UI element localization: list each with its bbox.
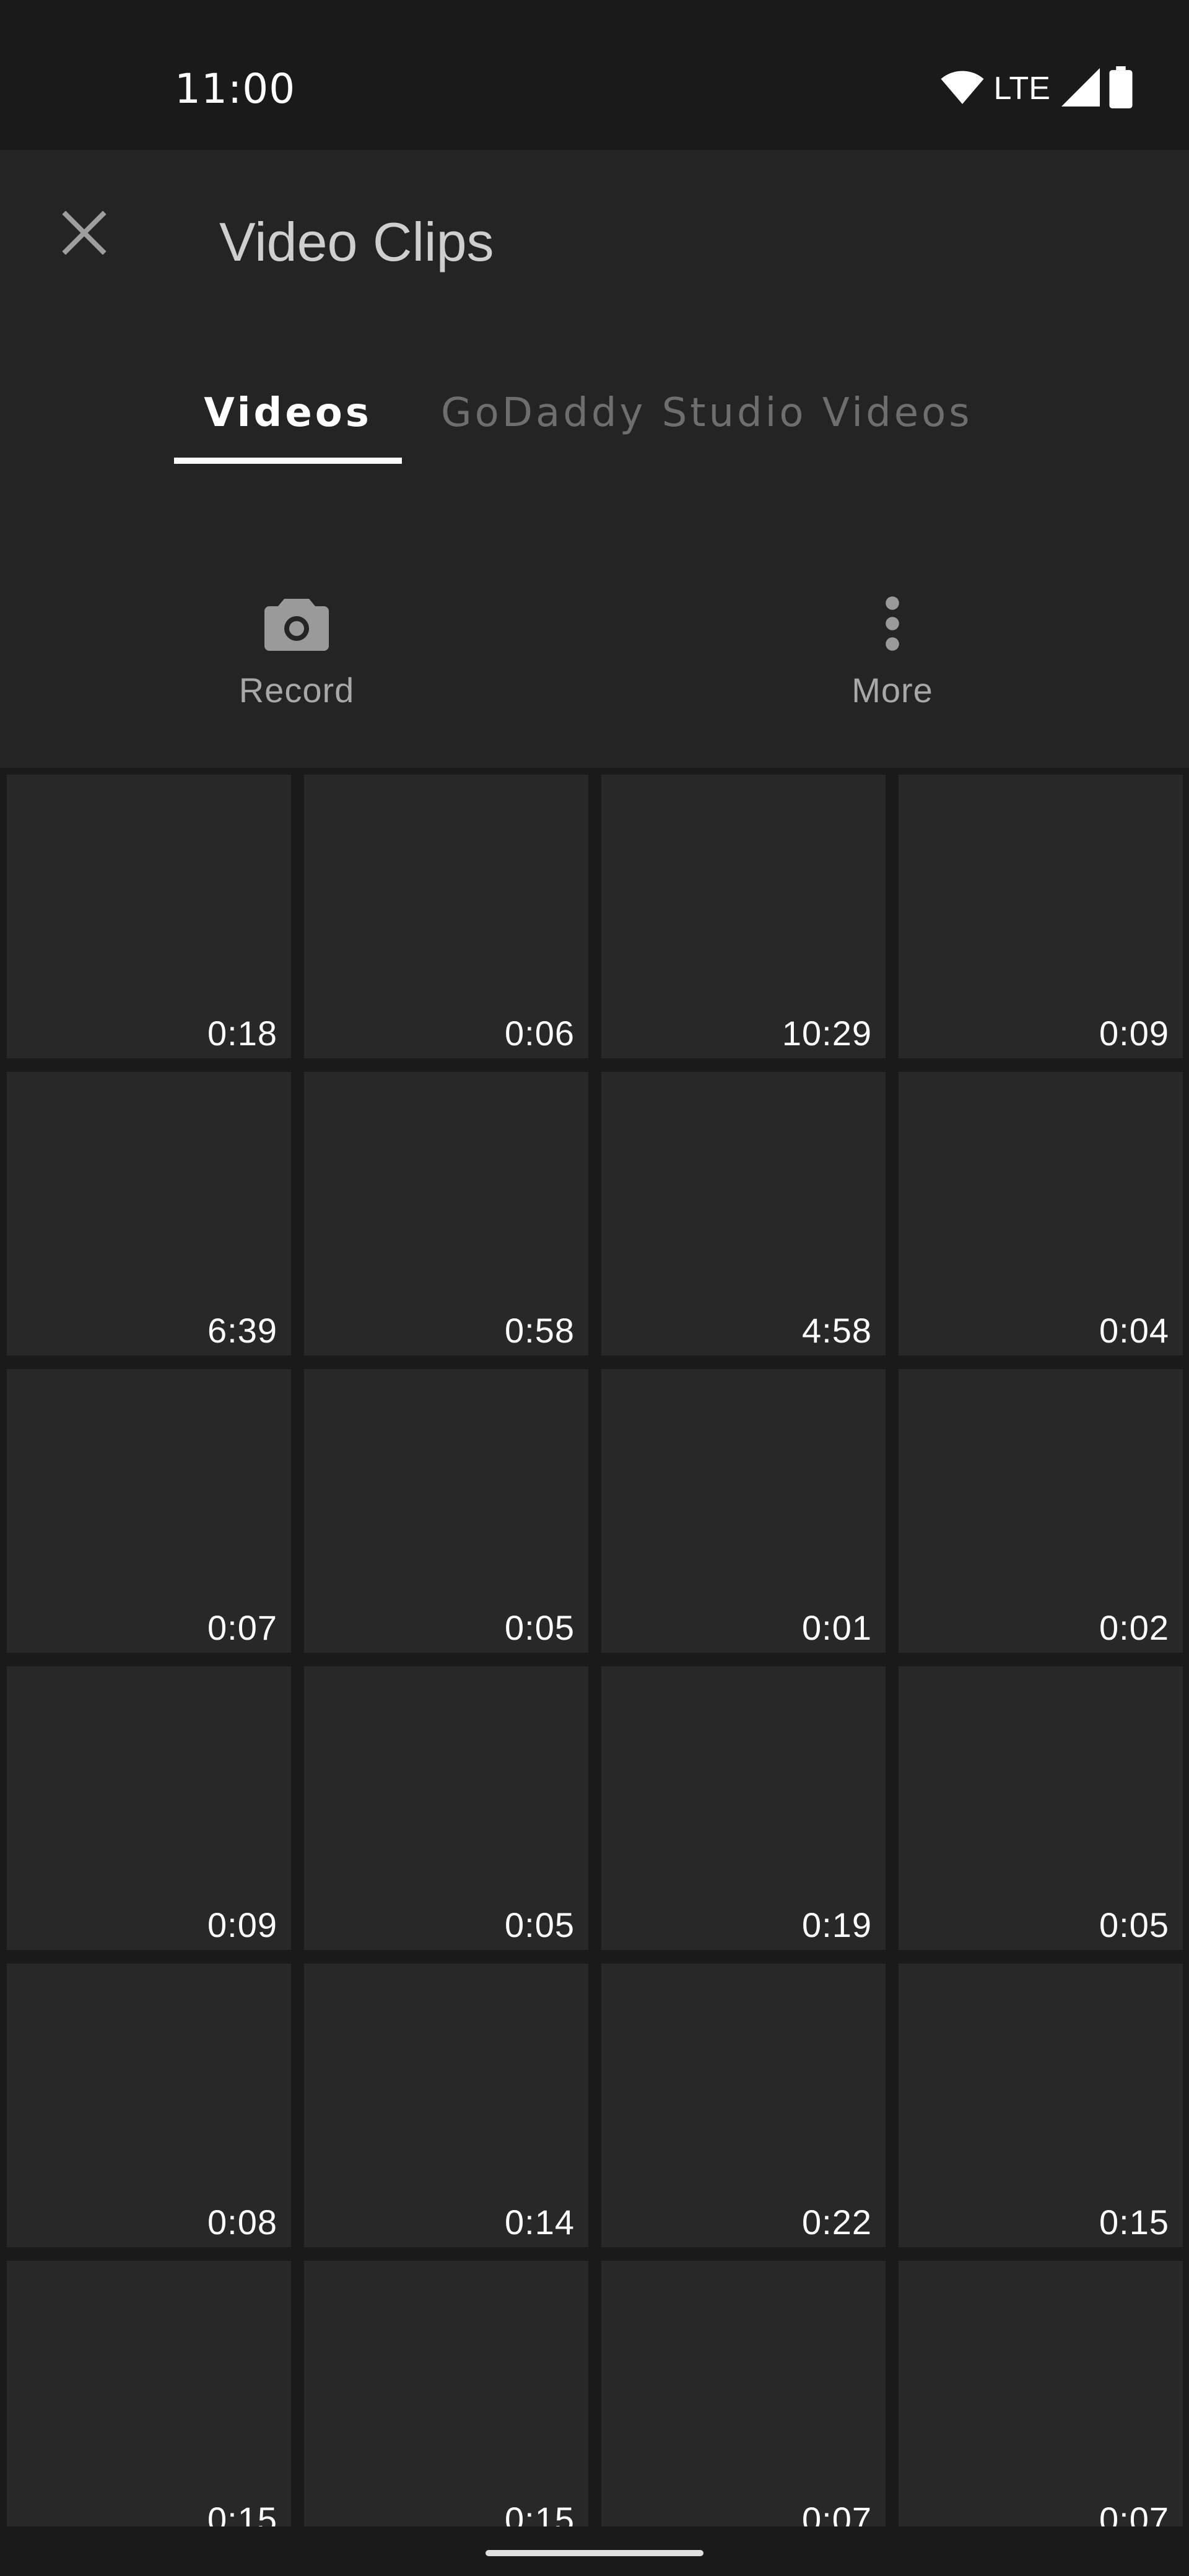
video-duration: 0:05 (505, 1608, 575, 1647)
video-tile[interactable]: 0:58 (304, 1072, 588, 1355)
video-grid: 0:18 0:06 10:29 0:09 6:39 0:58 4:58 0:04 0:07 0:0… (0, 768, 1189, 2526)
tab-bar: Videos GoDaddy Studio Videos (0, 360, 1189, 466)
video-tile[interactable]: 0:19 (601, 1666, 886, 1950)
navigation-bar (0, 2526, 1189, 2576)
video-duration: 10:29 (782, 1014, 872, 1053)
video-duration: 0:05 (1099, 1905, 1169, 1944)
tab-godaddy-studio-videos[interactable]: GoDaddy Studio Videos (427, 360, 1011, 466)
video-duration: 0:04 (1099, 1311, 1169, 1350)
video-tile[interactable]: 4:58 (601, 1072, 886, 1355)
video-tile[interactable]: 0:18 (7, 775, 291, 1058)
close-button[interactable] (56, 206, 113, 263)
video-duration: 0:07 (802, 2500, 872, 2526)
video-duration: 0:06 (505, 1014, 575, 1053)
tab-videos[interactable]: Videos (174, 360, 402, 466)
video-duration: 0:07 (1099, 2500, 1169, 2526)
video-duration: 0:05 (505, 1905, 575, 1944)
video-duration: 0:07 (207, 1608, 277, 1647)
video-duration: 0:09 (1099, 1014, 1169, 1053)
video-duration: 0:19 (802, 1905, 872, 1944)
tab-selected-indicator (174, 458, 402, 464)
video-tile[interactable]: 0:09 (7, 1666, 291, 1950)
video-tile[interactable]: 0:02 (899, 1369, 1183, 1653)
wifi-icon (940, 69, 985, 108)
more-label: More (851, 671, 933, 710)
video-tile[interactable]: 0:01 (601, 1369, 886, 1653)
video-tile[interactable]: 0:05 (899, 1666, 1183, 1950)
camera-icon (264, 583, 329, 664)
video-tile[interactable]: 0:15 (304, 2261, 588, 2526)
record-button[interactable]: Record (204, 583, 390, 744)
record-label: Record (238, 671, 355, 710)
video-duration: 0:14 (505, 2203, 575, 2242)
video-tile[interactable]: 6:39 (7, 1072, 291, 1355)
video-duration: 0:02 (1099, 1608, 1169, 1647)
video-tile[interactable]: 0:22 (601, 1964, 886, 2247)
battery-icon (1108, 66, 1133, 111)
video-duration: 0:08 (207, 2203, 277, 2242)
more-vert-icon (883, 583, 902, 664)
status-bar: 11:00 LTE (0, 0, 1189, 150)
video-duration: 4:58 (802, 1311, 872, 1350)
video-tile[interactable]: 0:15 (7, 2261, 291, 2526)
page-title: Video Clips (219, 211, 494, 272)
video-tile[interactable]: 0:05 (304, 1666, 588, 1950)
app-bar: Video Clips Videos GoDaddy Studio Videos… (0, 150, 1189, 768)
video-tile[interactable]: 0:07 (601, 2261, 886, 2526)
more-button[interactable]: More (799, 583, 985, 744)
status-time: 11:00 (175, 65, 296, 113)
video-tile[interactable]: 10:29 (601, 775, 886, 1058)
video-tile[interactable]: 0:08 (7, 1964, 291, 2247)
video-tile[interactable]: 0:06 (304, 775, 588, 1058)
close-icon (59, 208, 109, 260)
network-type: LTE (993, 71, 1050, 107)
status-icons: LTE (940, 66, 1133, 111)
video-duration: 0:15 (207, 2500, 277, 2526)
video-duration: 0:58 (505, 1311, 575, 1350)
video-tile[interactable]: 0:07 (899, 2261, 1183, 2526)
video-duration: 0:22 (802, 2203, 872, 2242)
video-duration: 0:15 (1099, 2203, 1169, 2242)
video-tile[interactable]: 0:14 (304, 1964, 588, 2247)
video-duration: 0:18 (207, 1014, 277, 1053)
home-handle[interactable] (486, 2550, 703, 2556)
video-duration: 0:01 (802, 1608, 872, 1647)
video-duration: 0:09 (207, 1905, 277, 1944)
video-tile[interactable]: 0:15 (899, 1964, 1183, 2247)
signal-icon (1061, 68, 1100, 109)
video-duration: 6:39 (207, 1311, 277, 1350)
video-tile[interactable]: 0:05 (304, 1369, 588, 1653)
video-tile[interactable]: 0:09 (899, 775, 1183, 1058)
video-tile[interactable]: 0:07 (7, 1369, 291, 1653)
video-tile[interactable]: 0:04 (899, 1072, 1183, 1355)
video-duration: 0:15 (505, 2500, 575, 2526)
